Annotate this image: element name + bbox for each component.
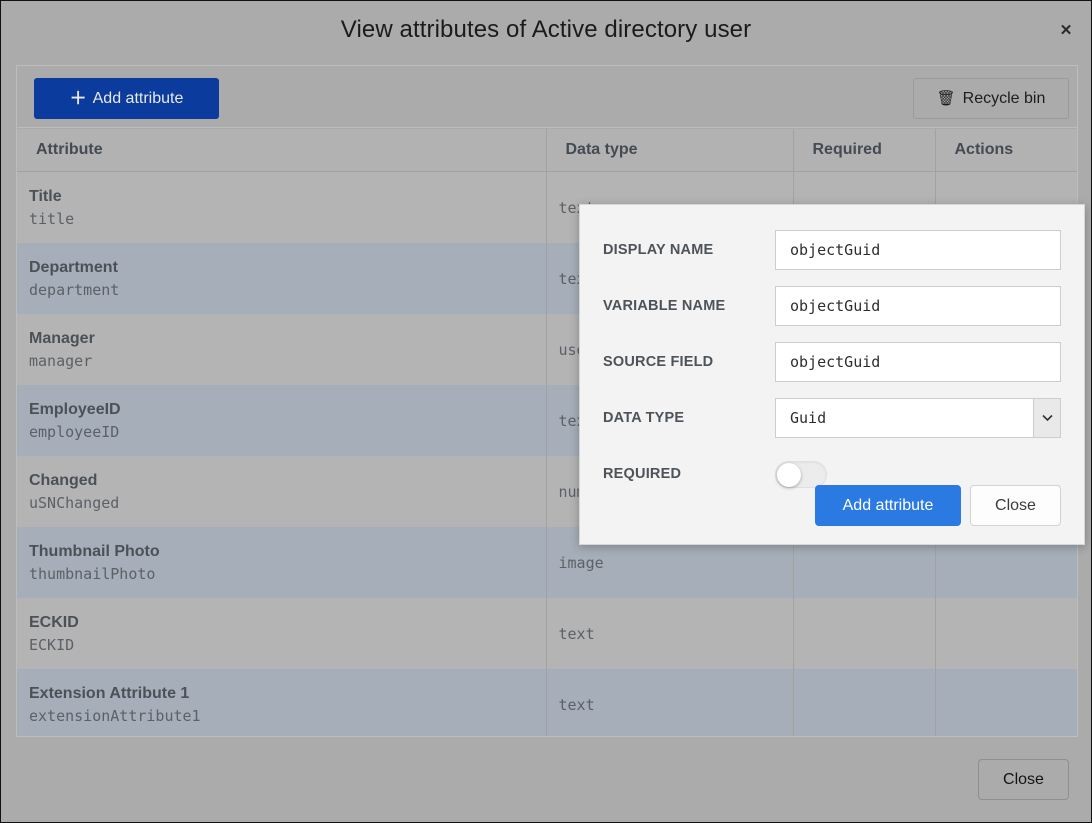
modal-close-button[interactable]: Close [970, 485, 1061, 526]
attribute-display-name: EmployeeID [29, 400, 121, 418]
cell-attribute: Thumbnail Photo thumbnailPhoto [17, 526, 547, 598]
column-header-required[interactable]: Required [793, 129, 936, 172]
recycle-bin-button[interactable]: 🗑 Recycle bin [913, 78, 1069, 119]
cell-attribute: Changed uSNChanged [17, 455, 547, 527]
add-attribute-button-label: Add attribute [92, 89, 184, 107]
view-attributes-dialog: View attributes of Active directory user… [0, 0, 1092, 823]
cell-attribute: Title title [17, 171, 547, 243]
attribute-display-name: Changed [29, 471, 98, 489]
attribute-display-name: Department [29, 258, 118, 276]
cell-required [793, 597, 936, 669]
card-toolbar: ＋ Add attribute 🗑 Recycle bin [17, 66, 1077, 128]
modal-actions: Add attribute Close [815, 485, 1061, 526]
cell-attribute: ECKID ECKID [17, 597, 547, 669]
add-attribute-button[interactable]: ＋ Add attribute [34, 78, 219, 119]
modal-add-attribute-button[interactable]: Add attribute [815, 485, 961, 526]
attributes-card: ＋ Add attribute 🗑 Recycle bin Attribute … [16, 65, 1085, 737]
form-row-source-field: SOURCE FIELD objectGuid [580, 334, 1084, 390]
table-row[interactable]: ECKID ECKID text [17, 597, 1077, 669]
attribute-variable-name: title [29, 209, 75, 228]
cell-attribute: EmployeeID employeeID [17, 384, 547, 456]
attribute-display-name: Extension Attribute 1 [29, 684, 190, 702]
source-field-input[interactable]: objectGuid [775, 342, 1061, 382]
attribute-display-name: ECKID [29, 613, 79, 631]
cell-data-type: text [546, 597, 794, 669]
close-icon[interactable]: ✕ [1053, 17, 1079, 43]
cell-actions [935, 668, 1077, 736]
page-title: View attributes of Active directory user [340, 15, 752, 43]
column-header-attribute[interactable]: Attribute [17, 129, 547, 172]
variable-name-input[interactable]: objectGuid [775, 286, 1061, 326]
attribute-variable-name: extensionAttribute1 [29, 706, 201, 725]
attribute-variable-name: employeeID [29, 422, 120, 441]
table-row[interactable]: Extension Attribute 1 extensionAttribute1… [17, 668, 1077, 736]
table-head: Attribute Data type Required Actions [17, 129, 1077, 172]
cell-attribute: Extension Attribute 1 extensionAttribute1 [17, 668, 547, 736]
attribute-variable-name: uSNChanged [29, 493, 120, 512]
attribute-display-name: Title [29, 187, 62, 205]
variable-name-label: VARIABLE NAME [603, 298, 726, 314]
display-name-input[interactable]: objectGuid [775, 230, 1061, 270]
data-type-selected-value: Guid [790, 409, 827, 427]
cell-attribute: Manager manager [17, 313, 547, 385]
cell-attribute: Department department [17, 242, 547, 314]
column-header-data-type[interactable]: Data type [546, 129, 794, 172]
table-header-row: Attribute Data type Required Actions [17, 129, 1077, 172]
trash-icon: 🗑 [936, 90, 956, 107]
required-toggle[interactable] [775, 460, 827, 488]
cell-actions [935, 597, 1077, 669]
required-toggle-knob [777, 462, 801, 487]
attribute-variable-name: department [29, 280, 120, 299]
plus-icon: ＋ [69, 89, 87, 108]
attribute-variable-name: manager [29, 351, 93, 370]
required-label: REQUIRED [603, 466, 682, 482]
data-type-label: DATA TYPE [603, 410, 685, 426]
chevron-down-icon[interactable] [1033, 399, 1060, 437]
dialog-close-button[interactable]: Close [978, 759, 1069, 800]
dialog-footer: Close [1, 737, 1091, 822]
attribute-display-name: Manager [29, 329, 95, 347]
attribute-variable-name: thumbnailPhoto [29, 564, 156, 583]
form-row-variable-name: VARIABLE NAME objectGuid [580, 278, 1084, 334]
cell-required [793, 668, 936, 736]
form-row-display-name: DISPLAY NAME objectGuid [580, 222, 1084, 278]
recycle-bin-button-label: Recycle bin [962, 89, 1046, 107]
attribute-variable-name: ECKID [29, 635, 75, 654]
column-header-actions[interactable]: Actions [935, 129, 1077, 172]
attribute-display-name: Thumbnail Photo [29, 542, 160, 560]
display-name-label: DISPLAY NAME [603, 242, 714, 258]
add-attribute-modal: DISPLAY NAME objectGuid VARIABLE NAME ob… [579, 204, 1085, 545]
dialog-titlebar: View attributes of Active directory user… [1, 1, 1091, 58]
source-field-label: SOURCE FIELD [603, 354, 714, 370]
data-type-select[interactable]: Guid [775, 398, 1061, 438]
cell-data-type: text [546, 668, 794, 736]
form-row-data-type: DATA TYPE Guid [580, 390, 1084, 446]
